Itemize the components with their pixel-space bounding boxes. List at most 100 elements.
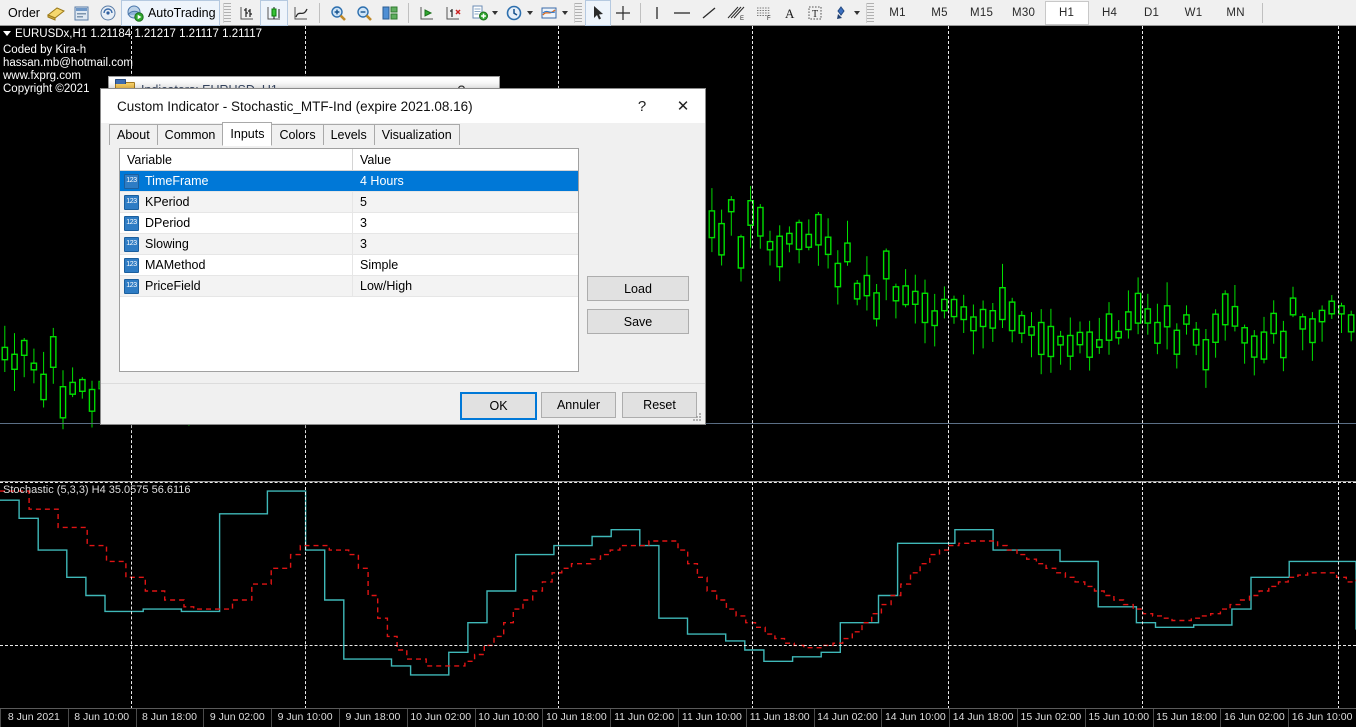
inputs-grid[interactable]: Variable Value TimeFrame 4 Hours KPeriod xyxy=(119,148,579,372)
timeframe-m5[interactable]: M5 xyxy=(919,2,961,24)
chevron-down-icon[interactable] xyxy=(492,11,498,15)
variable-name: KPeriod xyxy=(145,195,189,209)
vline-icon[interactable] xyxy=(646,1,668,25)
bar-chart-icon[interactable] xyxy=(234,1,260,25)
row-value-cell[interactable]: 3 xyxy=(353,213,578,233)
hline-icon[interactable] xyxy=(668,1,696,25)
row-value-cell[interactable]: 3 xyxy=(353,234,578,254)
auto-scroll-icon[interactable] xyxy=(440,1,466,25)
time-tick-separator xyxy=(814,709,815,727)
tab-inputs[interactable]: Inputs xyxy=(222,122,272,146)
ok-button[interactable]: OK xyxy=(460,392,537,420)
column-header-value[interactable]: Value xyxy=(353,149,578,170)
row-value-cell[interactable]: 5 xyxy=(353,192,578,212)
timeframe-d1[interactable]: D1 xyxy=(1131,2,1173,24)
new-order-label[interactable]: Order xyxy=(2,1,43,25)
data-window-icon[interactable] xyxy=(69,1,95,25)
sub-gridline xyxy=(558,482,559,709)
row-value-cell[interactable]: Low/High xyxy=(353,276,578,296)
time-tick-label: 11 Jun 02:00 xyxy=(614,711,674,723)
dialog-titlebar[interactable]: Custom Indicator - Stochastic_MTF-Ind (e… xyxy=(101,89,705,123)
timeframe-mn[interactable]: MN xyxy=(1215,2,1257,24)
close-button[interactable]: ✕ xyxy=(661,89,705,123)
dialog-window-controls: ? ✕ xyxy=(623,89,705,123)
timeframe-w1[interactable]: W1 xyxy=(1173,2,1215,24)
row-value-cell[interactable]: Simple xyxy=(353,255,578,275)
time-tick-separator xyxy=(0,709,1,727)
dialog-tabstrip: About Common Inputs Colors Levels Visual… xyxy=(101,123,705,146)
expert-advisors-icon[interactable] xyxy=(43,1,69,25)
timeframe-h1[interactable]: H1 xyxy=(1045,1,1089,25)
numeric-variable-icon xyxy=(124,195,139,210)
resize-grip[interactable] xyxy=(692,412,702,422)
timeframe-m1[interactable]: M1 xyxy=(877,2,919,24)
table-row[interactable]: PriceField Low/High xyxy=(120,276,578,297)
equidistant-channel-icon[interactable]: E xyxy=(722,1,750,25)
tab-visualization[interactable]: Visualization xyxy=(374,124,460,145)
cursor-icon[interactable] xyxy=(585,0,611,26)
candlestick-chart-icon[interactable] xyxy=(260,0,288,26)
chevron-down-icon-2[interactable] xyxy=(527,11,533,15)
table-row[interactable]: DPeriod 3 xyxy=(120,213,578,234)
time-tick-separator xyxy=(881,709,882,727)
tab-about[interactable]: About xyxy=(109,124,158,145)
tab-common[interactable]: Common xyxy=(157,124,224,145)
tab-levels[interactable]: Levels xyxy=(323,124,375,145)
chevron-down-icon-3[interactable] xyxy=(562,11,568,15)
inputs-grid-header: Variable Value xyxy=(120,149,578,171)
indicators-icon[interactable] xyxy=(466,1,501,25)
row-variable-cell[interactable]: TimeFrame xyxy=(120,171,353,191)
trendline-icon[interactable] xyxy=(696,1,722,25)
text-icon[interactable]: A xyxy=(778,1,802,25)
row-variable-cell[interactable]: KPeriod xyxy=(120,192,353,212)
text-label-icon[interactable]: T xyxy=(802,1,828,25)
fibonacci-icon[interactable]: F xyxy=(750,1,778,25)
variable-value: 4 Hours xyxy=(360,174,404,188)
sub-gridline xyxy=(305,482,306,709)
table-row[interactable]: TimeFrame 4 Hours xyxy=(120,171,578,192)
zoom-out-icon[interactable] xyxy=(351,1,377,25)
time-tick-separator xyxy=(1017,709,1018,727)
stochastic-pane[interactable]: Stochastic (5,3,3) H4 35.0575 56.6116 xyxy=(0,481,1356,709)
row-variable-cell[interactable]: Slowing xyxy=(120,234,353,254)
column-header-variable[interactable]: Variable xyxy=(120,149,353,170)
table-row[interactable]: Slowing 3 xyxy=(120,234,578,255)
timeframe-h4[interactable]: H4 xyxy=(1089,2,1131,24)
row-value-cell[interactable]: 4 Hours xyxy=(353,171,578,191)
time-tick-label: 11 Jun 10:00 xyxy=(682,711,742,723)
line-chart-icon[interactable] xyxy=(288,1,314,25)
cancel-button[interactable]: Annuler xyxy=(541,392,616,418)
zoom-in-icon[interactable] xyxy=(325,1,351,25)
autotrading-button[interactable]: AutoTrading xyxy=(121,0,220,26)
tile-windows-icon[interactable] xyxy=(377,1,403,25)
timeframe-m30[interactable]: M30 xyxy=(1003,2,1045,24)
save-button[interactable]: Save xyxy=(587,309,689,334)
copyright-line-2: hassan.mb@hotmail.com xyxy=(3,57,133,69)
chart-gridline xyxy=(1142,26,1143,478)
timeframe-m15[interactable]: M15 xyxy=(961,2,1003,24)
time-tick-label: 10 Jun 18:00 xyxy=(546,711,607,723)
shapes-icon[interactable] xyxy=(828,1,863,25)
period-icon[interactable] xyxy=(501,1,536,25)
reset-button[interactable]: Reset xyxy=(622,392,697,418)
row-variable-cell[interactable]: DPeriod xyxy=(120,213,353,233)
chevron-down-icon-4[interactable] xyxy=(854,11,860,15)
chart-menu-arrow-icon[interactable] xyxy=(3,31,11,36)
time-tick-label: 9 Jun 02:00 xyxy=(210,711,265,723)
table-row[interactable]: KPeriod 5 xyxy=(120,192,578,213)
row-variable-cell[interactable]: PriceField xyxy=(120,276,353,296)
shift-end-icon[interactable] xyxy=(414,1,440,25)
time-tick-label: 11 Jun 18:00 xyxy=(750,711,810,723)
load-button[interactable]: Load xyxy=(587,276,689,301)
signals-icon[interactable] xyxy=(95,1,121,25)
crosshair-icon[interactable] xyxy=(611,1,635,25)
time-tick-label: 8 Jun 10:00 xyxy=(74,711,129,723)
templates-icon[interactable] xyxy=(536,1,571,25)
table-row[interactable]: MAMethod Simple xyxy=(120,255,578,276)
row-variable-cell[interactable]: MAMethod xyxy=(120,255,353,275)
tab-colors[interactable]: Colors xyxy=(271,124,323,145)
custom-indicator-dialog[interactable]: Custom Indicator - Stochastic_MTF-Ind (e… xyxy=(100,88,706,425)
svg-text:E: E xyxy=(740,16,744,22)
symbol-header: EURUSDx,H1 1.21184 1.21217 1.21117 1.211… xyxy=(3,28,262,40)
help-button[interactable]: ? xyxy=(623,89,661,123)
